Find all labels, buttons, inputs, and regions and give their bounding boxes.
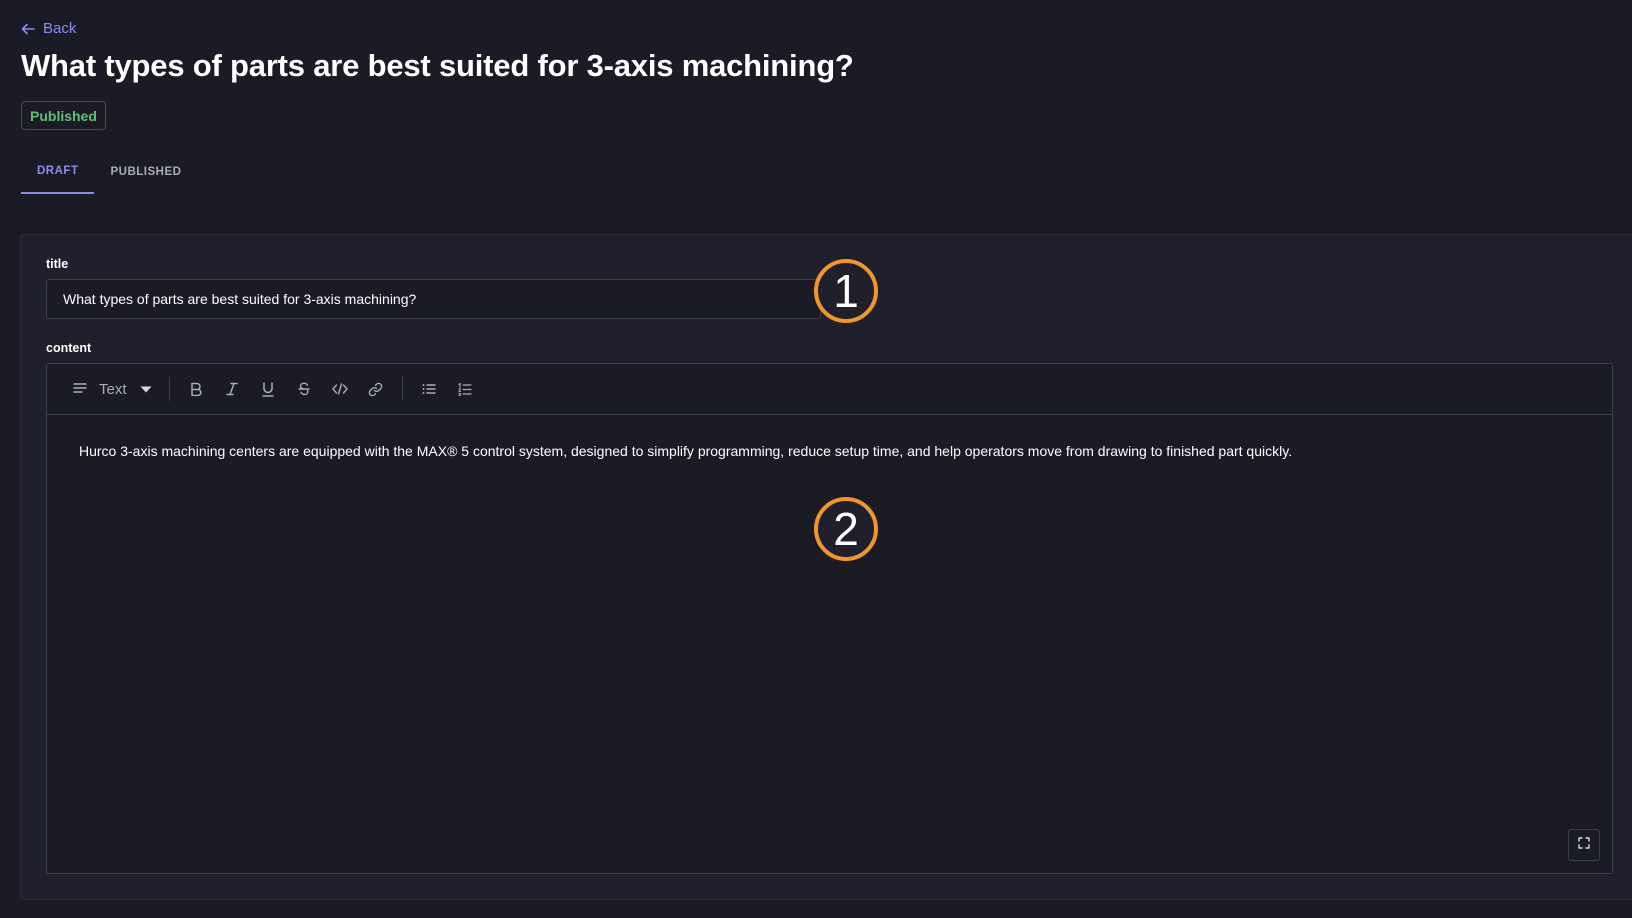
- bold-button[interactable]: [178, 373, 214, 405]
- code-icon: [331, 383, 348, 395]
- tab-draft[interactable]: DRAFT: [21, 150, 95, 194]
- page: Back What types of parts are best suited…: [0, 0, 1632, 918]
- step-marker-1: 1: [814, 259, 878, 323]
- content-paragraph: Hurco 3-axis machining centers are equip…: [79, 443, 1293, 459]
- underline-icon: [261, 381, 274, 397]
- underline-button[interactable]: [250, 373, 286, 405]
- fullscreen-button[interactable]: [1568, 829, 1600, 861]
- link-icon: [368, 382, 383, 397]
- tab-published[interactable]: PUBLISHED: [94, 150, 197, 194]
- arrow-left-icon: [21, 23, 35, 35]
- code-button[interactable]: [322, 373, 358, 405]
- strikethrough-button[interactable]: [286, 373, 322, 405]
- block-style-select[interactable]: Text: [65, 373, 161, 405]
- back-label: Back: [43, 20, 77, 37]
- status-badge: Published: [21, 101, 106, 130]
- page-title: What types of parts are best suited for …: [21, 48, 854, 83]
- toolbar-divider: [401, 377, 403, 401]
- italic-icon: [225, 382, 238, 396]
- title-label: title: [46, 257, 69, 271]
- bold-icon: [190, 382, 202, 396]
- step-marker-2: 2: [814, 497, 878, 561]
- editor-content[interactable]: Hurco 3-axis machining centers are equip…: [47, 415, 1612, 487]
- back-link[interactable]: Back: [21, 20, 76, 37]
- edit-panel: title 1 content Text: [20, 234, 1632, 900]
- numbered-list-button[interactable]: [447, 373, 483, 405]
- toolbar-divider: [168, 377, 170, 401]
- content-editor: Text Hurco 3-axis machining centers are …: [46, 363, 1613, 874]
- title-input[interactable]: [46, 279, 821, 319]
- editor-toolbar: Text: [47, 364, 1612, 415]
- block-style-label: Text: [99, 380, 127, 398]
- paragraph-icon: [73, 381, 87, 398]
- numbered-list-icon: [457, 382, 472, 396]
- italic-button[interactable]: [214, 373, 250, 405]
- link-button[interactable]: [358, 373, 394, 405]
- content-label: content: [46, 341, 92, 355]
- tab-bar: DRAFT PUBLISHED: [21, 150, 197, 194]
- bullet-list-button[interactable]: [411, 373, 447, 405]
- caret-down-icon: [139, 381, 153, 398]
- fullscreen-icon: [1578, 836, 1590, 854]
- bullet-list-icon: [422, 383, 436, 395]
- strikethrough-icon: [297, 382, 310, 396]
